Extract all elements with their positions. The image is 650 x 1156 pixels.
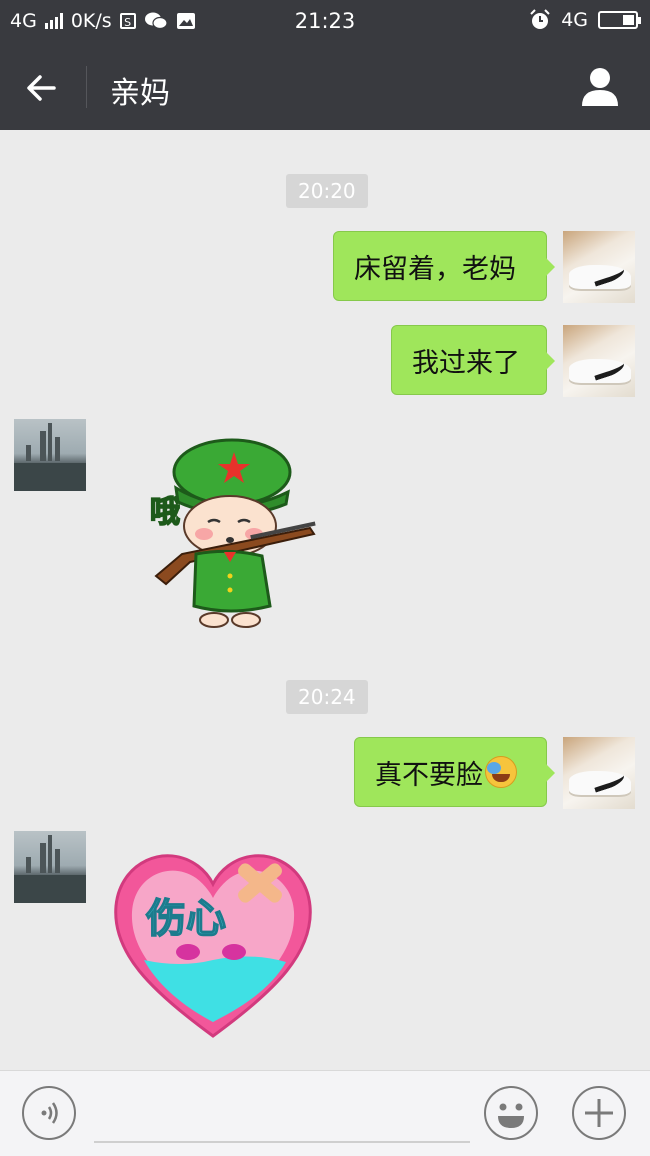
avatar[interactable]	[14, 831, 86, 903]
avatar[interactable]	[563, 231, 635, 303]
person-icon[interactable]	[580, 66, 620, 108]
status-right: 4G	[529, 9, 641, 31]
smiley-icon	[498, 1103, 524, 1128]
battery-icon	[598, 11, 641, 29]
voice-button[interactable]	[22, 1086, 76, 1140]
timestamp: 20:24	[286, 680, 368, 714]
message-text: 真不要脸	[375, 759, 483, 791]
emoji-button[interactable]	[484, 1086, 538, 1140]
message-text: 床留着，老妈	[354, 253, 516, 285]
arrow-left-icon[interactable]	[24, 70, 64, 106]
avatar[interactable]	[14, 419, 86, 491]
more-button[interactable]	[572, 1086, 626, 1140]
heart-sticker[interactable]: 伤心	[110, 840, 316, 1040]
status-bar: 4G 0K/s S 21:23 4G	[0, 0, 650, 44]
message-bubble[interactable]: 我过来了	[391, 325, 555, 395]
avatar[interactable]	[563, 325, 635, 397]
sticker-text: 哦	[150, 495, 180, 530]
sticker-text: 伤心	[145, 896, 226, 942]
message-input[interactable]	[94, 1141, 470, 1143]
nav-bar: 亲妈	[0, 44, 650, 130]
timestamp: 20:20	[286, 174, 368, 208]
voice-icon	[41, 1102, 58, 1124]
chat-area[interactable]: 20:20 床留着，老妈 我过来了 哦 20:24 真不要脸 伤心	[0, 130, 650, 1070]
chat-title: 亲妈	[110, 76, 170, 111]
message-bubble[interactable]: 床留着，老妈	[333, 231, 555, 301]
plus-icon	[585, 1099, 613, 1127]
message-bubble[interactable]: 真不要脸	[354, 737, 555, 807]
nav-divider	[86, 66, 87, 108]
alarm-icon	[530, 9, 550, 29]
network-type-right: 4G	[561, 9, 588, 31]
soldier-sticker[interactable]: 哦	[130, 430, 330, 630]
message-text: 我过来了	[412, 347, 520, 379]
crying-laughing-emoji	[485, 756, 517, 788]
input-bar	[0, 1070, 650, 1156]
avatar[interactable]	[563, 737, 635, 809]
